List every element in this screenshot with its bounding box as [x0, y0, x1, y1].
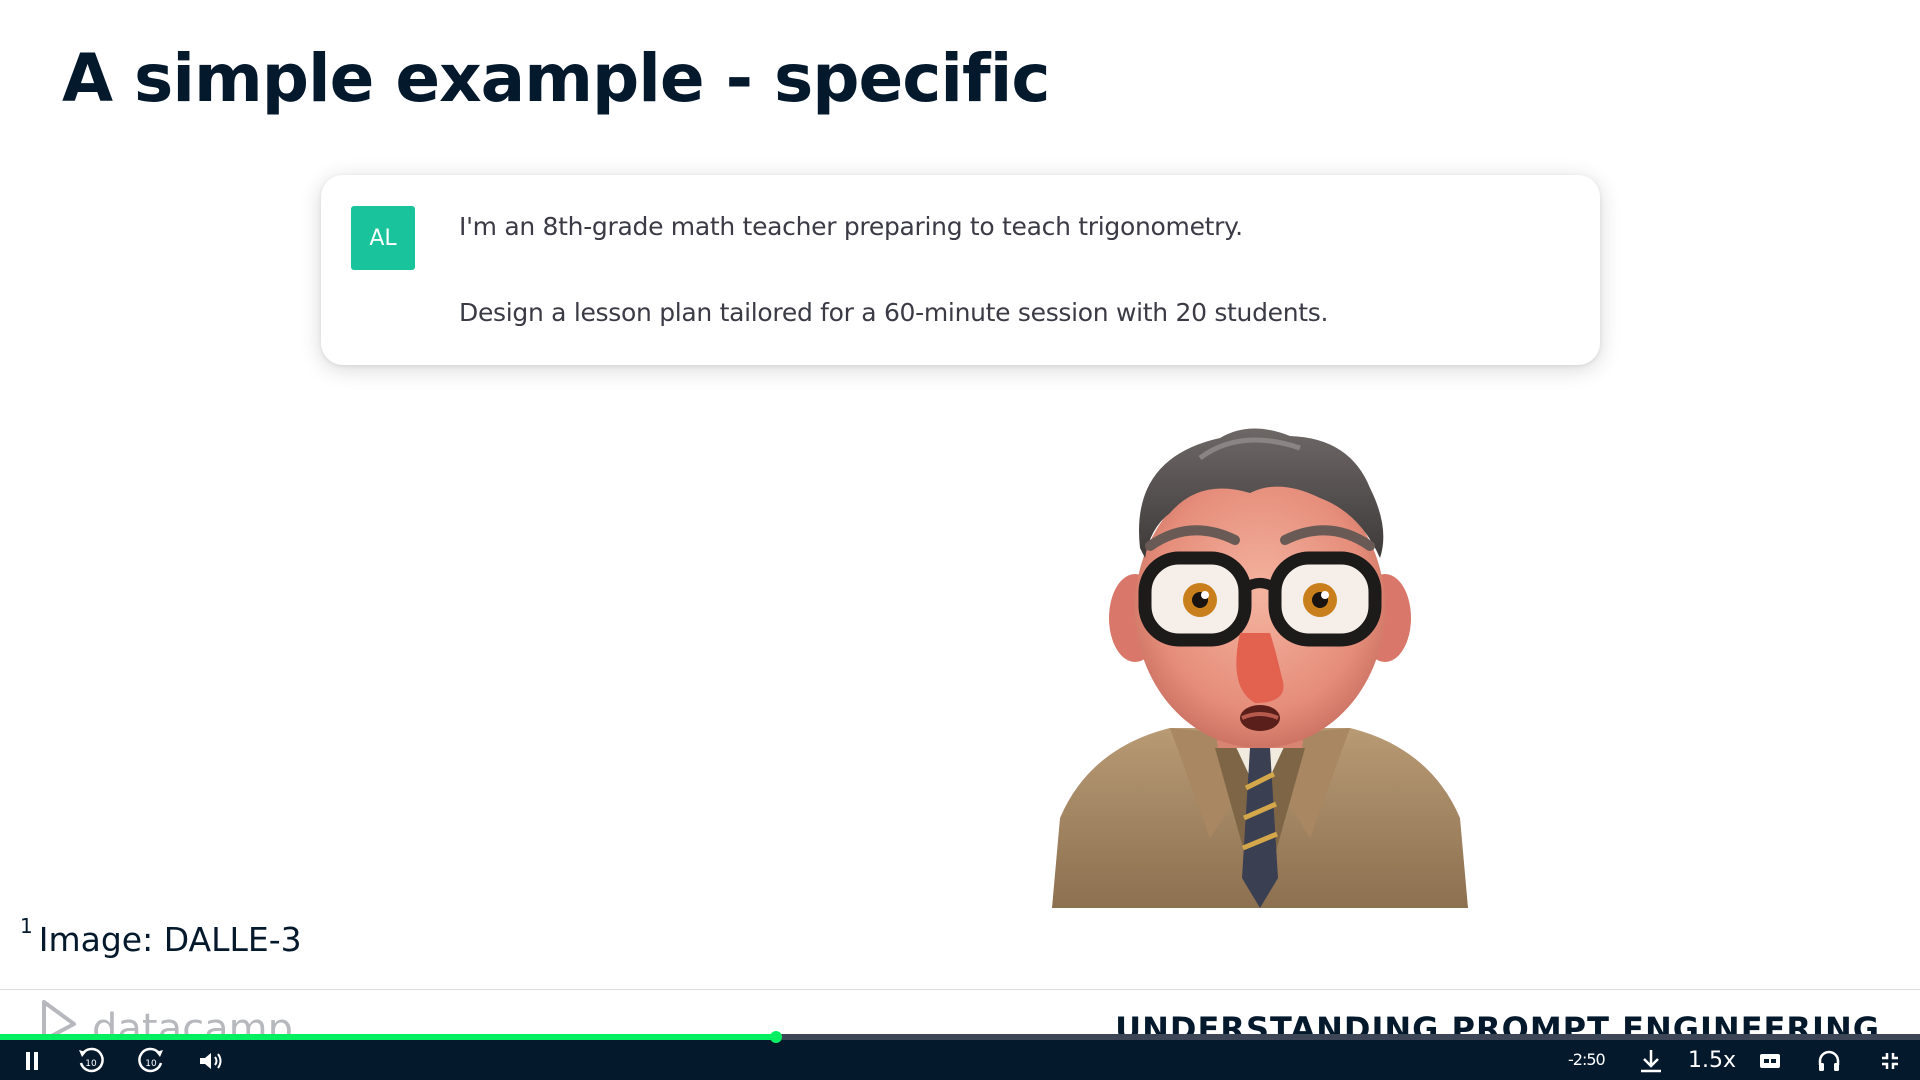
progress-fill — [0, 1034, 776, 1040]
chat-message-line: Design a lesson plan tailored for a 60-m… — [459, 298, 1329, 327]
forward-10-button[interactable]: 10 — [134, 1046, 168, 1076]
headphones-icon — [1818, 1050, 1840, 1071]
footnote-text: Image: DALLE-3 — [38, 920, 302, 959]
slide-title: A simple example - specific — [62, 40, 1050, 117]
confused-teacher-illustration — [1052, 428, 1468, 908]
volume-icon — [200, 1053, 222, 1069]
playback-speed-button[interactable]: 1.5x — [1688, 1046, 1736, 1076]
user-avatar: AL — [351, 206, 415, 270]
download-button[interactable] — [1636, 1046, 1666, 1076]
chat-message-card: AL I'm an 8th-grade math teacher prepari… — [321, 175, 1600, 365]
progress-handle[interactable] — [769, 1031, 782, 1043]
download-icon — [1641, 1050, 1661, 1073]
footer-divider — [0, 989, 1920, 990]
captions-icon — [1760, 1054, 1780, 1068]
captions-button[interactable] — [1757, 1046, 1783, 1076]
pause-icon — [26, 1052, 38, 1070]
rewind-10-button[interactable]: 10 — [74, 1046, 108, 1076]
volume-button[interactable] — [196, 1046, 226, 1076]
video-control-bar — [0, 1034, 1920, 1080]
footnote-marker: 1 — [20, 914, 33, 938]
exit-fullscreen-button[interactable] — [1876, 1046, 1904, 1076]
svg-text:10: 10 — [145, 1059, 157, 1069]
exit-fullscreen-icon — [1882, 1053, 1898, 1069]
slide: A simple example - specific AL I'm an 8t… — [0, 0, 1920, 1080]
svg-text:10: 10 — [85, 1059, 97, 1069]
pause-button[interactable] — [18, 1046, 46, 1076]
rewind-10-icon: 10 — [79, 1047, 104, 1073]
image-credit-footnote: 1 Image: DALLE-3 — [20, 914, 302, 959]
chat-message-line: I'm an 8th-grade math teacher preparing … — [459, 212, 1243, 241]
forward-10-icon: 10 — [138, 1047, 163, 1073]
audio-description-button[interactable] — [1815, 1046, 1843, 1076]
progress-bar[interactable] — [0, 1031, 1920, 1043]
time-remaining: -2:50 — [1568, 1050, 1606, 1069]
